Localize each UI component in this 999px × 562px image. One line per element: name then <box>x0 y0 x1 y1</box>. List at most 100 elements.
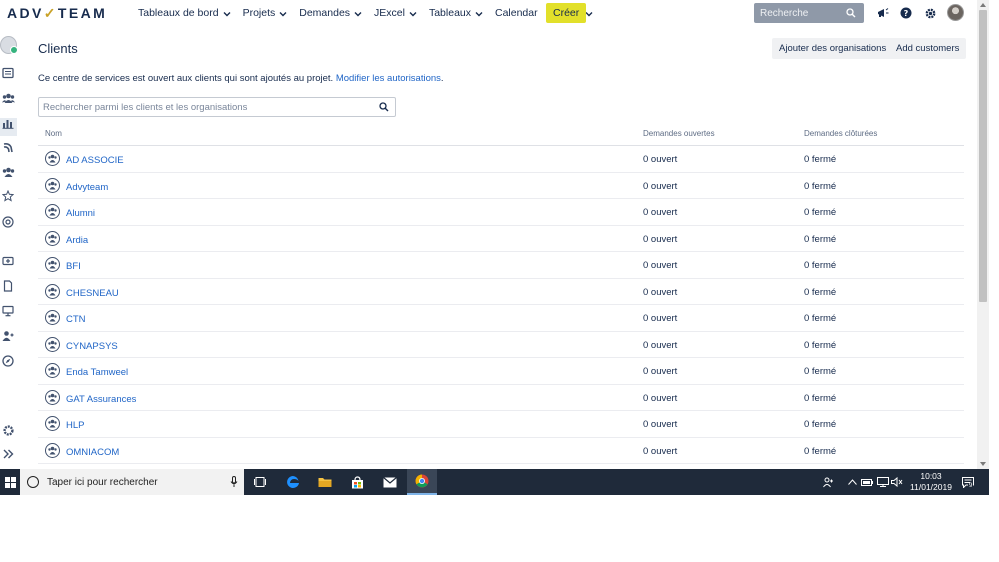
permissions-info: Ce centre de services est ouvert aux cli… <box>38 73 444 84</box>
scroll-down-icon[interactable] <box>979 461 987 467</box>
open-requests-count: 0 ouvert <box>643 286 678 298</box>
taskbar-clock[interactable]: 10:03 11/01/2019 <box>905 471 957 493</box>
organization-name-link[interactable]: CHESNEAU <box>66 288 119 299</box>
open-requests-count: 0 ouvert <box>643 419 678 430</box>
global-search[interactable] <box>754 3 864 23</box>
expand-icon[interactable] <box>1 447 15 461</box>
edge-icon[interactable] <box>278 469 308 495</box>
network-icon[interactable] <box>877 476 889 488</box>
search-icon[interactable] <box>842 3 860 23</box>
volume-muted-icon[interactable] <box>891 476 903 488</box>
edit-permissions-link[interactable]: Modifier les autorisations <box>336 73 441 84</box>
organization-icon <box>45 177 60 193</box>
tray-chevron-up-icon[interactable] <box>846 476 858 488</box>
taskbar-search-input[interactable] <box>39 470 224 494</box>
project-status-badge <box>10 46 18 54</box>
reports-icon[interactable] <box>1 116 15 130</box>
organization-icon <box>45 257 60 272</box>
windows-taskbar: 10:03 11/01/2019 9 <box>0 469 989 495</box>
organization-icon <box>45 389 60 405</box>
open-requests-count: 0 ouvert <box>643 366 678 377</box>
help-icon[interactable]: ? <box>898 5 914 21</box>
star-icon[interactable] <box>1 189 15 203</box>
info-suffix: . <box>440 73 444 84</box>
nav-item-projets[interactable]: Projets <box>243 7 288 19</box>
global-search-input[interactable] <box>754 3 842 23</box>
user-add-icon[interactable] <box>1 329 15 343</box>
logo-check-mark: ✓ <box>43 5 58 21</box>
task-view-icon[interactable] <box>245 469 275 495</box>
client-search-input[interactable] <box>39 98 373 116</box>
file-explorer-icon[interactable] <box>310 469 340 495</box>
open-requests-count: 0 ouvert <box>643 154 678 165</box>
windows-start-icon[interactable] <box>0 469 20 495</box>
organization-name-link[interactable]: CYNAPSYS <box>66 341 118 352</box>
nav-item-label: Demandes <box>299 7 351 19</box>
organization-name-link[interactable]: Enda Tamweel <box>66 367 128 378</box>
gear-icon[interactable] <box>1 423 15 437</box>
organization-name-link[interactable]: Ardia <box>66 235 88 246</box>
organization-name-link[interactable]: BFI <box>66 261 81 272</box>
client-search[interactable] <box>38 97 396 117</box>
open-requests-count: 0 ouvert <box>643 207 678 218</box>
nav-item-tableaux[interactable]: Tableaux <box>429 7 483 19</box>
organization-icon <box>45 310 60 325</box>
nav-item-jexcel[interactable]: JExcel <box>374 7 417 19</box>
organization-name-link[interactable]: CTN <box>66 314 86 325</box>
column-header-name[interactable]: Nom <box>45 129 62 138</box>
monitor-icon[interactable] <box>1 304 15 318</box>
create-button[interactable]: Créer <box>546 3 587 23</box>
taskbar-search[interactable] <box>20 469 244 495</box>
table-row: Ardia 0 ouvert 0 fermé <box>38 226 964 252</box>
nav-item-tableaux-de-bord[interactable]: Tableaux de bord <box>138 7 231 19</box>
notification-count-badge: 9 <box>968 483 974 489</box>
cortana-icon <box>27 476 39 488</box>
gear-icon[interactable] <box>922 5 938 21</box>
nav-item-calendar[interactable]: Calendar <box>495 7 538 19</box>
scroll-up-icon[interactable] <box>979 2 987 8</box>
queues-icon[interactable] <box>1 66 15 80</box>
nav-item-demandes[interactable]: Demandes <box>299 7 362 19</box>
organization-name-link[interactable]: HLP <box>66 420 84 431</box>
add-organizations-button[interactable]: Ajouter des organisations <box>772 38 894 59</box>
page-scrollbar[interactable] <box>977 0 989 470</box>
organization-name-link[interactable]: Advyteam <box>66 182 108 193</box>
organization-name-link[interactable]: OMNIACOM <box>66 447 119 458</box>
closed-requests-count: 0 fermé <box>804 286 837 298</box>
customers-icon[interactable] <box>1 91 15 105</box>
nav-item-label: Tableaux de bord <box>138 7 219 19</box>
microphone-icon[interactable] <box>224 476 244 488</box>
organization-name-link[interactable]: GAT Assurances <box>66 394 136 405</box>
battery-icon[interactable] <box>861 476 873 488</box>
table-row: Alumni 0 ouvert 0 fermé <box>38 199 964 226</box>
column-header-open[interactable]: Demandes ouvertes <box>643 129 715 138</box>
organization-name-link[interactable]: AD ASSOCIE <box>66 155 124 166</box>
add-customers-button[interactable]: Add customers <box>889 38 967 59</box>
channels-icon[interactable] <box>1 140 15 154</box>
organization-icon <box>45 283 60 299</box>
organization-name-link[interactable]: Alumni <box>66 208 95 219</box>
mail-icon[interactable] <box>375 469 405 495</box>
user-avatar[interactable] <box>947 4 964 21</box>
scroll-thumb[interactable] <box>979 10 987 302</box>
megaphone-icon[interactable] <box>875 5 891 21</box>
organizations-icon[interactable] <box>1 165 15 179</box>
compass-icon[interactable] <box>1 354 15 368</box>
open-requests-count: 0 ouvert <box>643 260 678 271</box>
closed-requests-count: 0 fermé <box>804 260 837 271</box>
organization-icon <box>45 416 60 431</box>
table-row: AD ASSOCIE 0 ouvert 0 fermé <box>38 146 964 173</box>
chrome-icon[interactable] <box>407 469 437 495</box>
table-row: CYNAPSYS 0 ouvert 0 fermé <box>38 332 964 358</box>
add-card-icon[interactable] <box>1 254 15 268</box>
document-icon[interactable] <box>1 279 15 293</box>
chevron-down-icon <box>475 9 483 17</box>
store-icon[interactable] <box>342 469 372 495</box>
column-header-closed[interactable]: Demandes clôturées <box>804 129 877 138</box>
people-icon[interactable] <box>822 476 834 488</box>
svg-text:?: ? <box>904 9 909 18</box>
search-icon[interactable] <box>373 98 395 116</box>
advyteam-logo[interactable]: ADV✓TEAM <box>7 5 107 22</box>
settings-circle-icon[interactable] <box>1 215 15 229</box>
organization-icon <box>45 230 60 246</box>
